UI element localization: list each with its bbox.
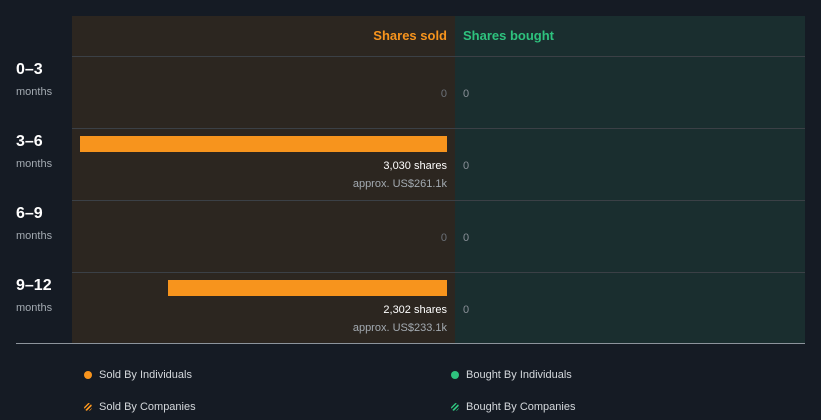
orange-dot-icon — [84, 371, 92, 379]
sold-shares-label: 3,030 shares — [383, 160, 447, 172]
orange-hatched-dot-icon — [84, 403, 92, 411]
sold-shares-label: 2,302 shares — [383, 304, 447, 316]
legend-label: Bought By Individuals — [466, 369, 572, 381]
row-divider — [72, 56, 805, 57]
sold-bar — [80, 136, 447, 152]
legend-label: Sold By Companies — [99, 401, 196, 413]
legend-sold-companies: Sold By Companies — [84, 401, 196, 413]
sold-approx-label: approx. US$233.1k — [352, 322, 447, 334]
sold-value: 0 — [440, 232, 447, 244]
green-hatched-dot-icon — [451, 403, 459, 411]
row-unit: months — [16, 86, 53, 98]
row-divider — [72, 272, 805, 273]
row-unit: months — [16, 230, 53, 242]
row-label: 0–3 — [16, 61, 43, 78]
bought-value: 0 — [463, 160, 470, 172]
row-unit: months — [16, 302, 53, 314]
row-label: 3–6 — [16, 133, 43, 150]
bought-panel — [455, 16, 805, 343]
shares-bought-header: Shares bought — [463, 28, 555, 43]
row-unit: months — [16, 158, 53, 170]
chart-baseline — [16, 343, 805, 344]
green-dot-icon — [451, 371, 459, 379]
legend-sold-individuals: Sold By Individuals — [84, 369, 192, 381]
legend-bought-individuals: Bought By Individuals — [451, 369, 572, 381]
sold-value: 0 — [440, 88, 447, 100]
legend-label: Sold By Individuals — [99, 369, 192, 381]
row-label: 9–12 — [16, 277, 52, 294]
legend-label: Bought By Companies — [466, 401, 576, 413]
bought-value: 0 — [463, 232, 470, 244]
sold-approx-label: approx. US$261.1k — [352, 178, 447, 190]
bought-value: 0 — [463, 88, 470, 100]
row-divider — [72, 200, 805, 201]
bought-value: 0 — [463, 304, 470, 316]
legend-bought-companies: Bought By Companies — [451, 401, 575, 413]
shares-sold-header: Shares sold — [373, 28, 447, 43]
sold-bar — [168, 280, 447, 296]
row-label: 6–9 — [16, 205, 43, 222]
row-divider — [72, 128, 805, 129]
